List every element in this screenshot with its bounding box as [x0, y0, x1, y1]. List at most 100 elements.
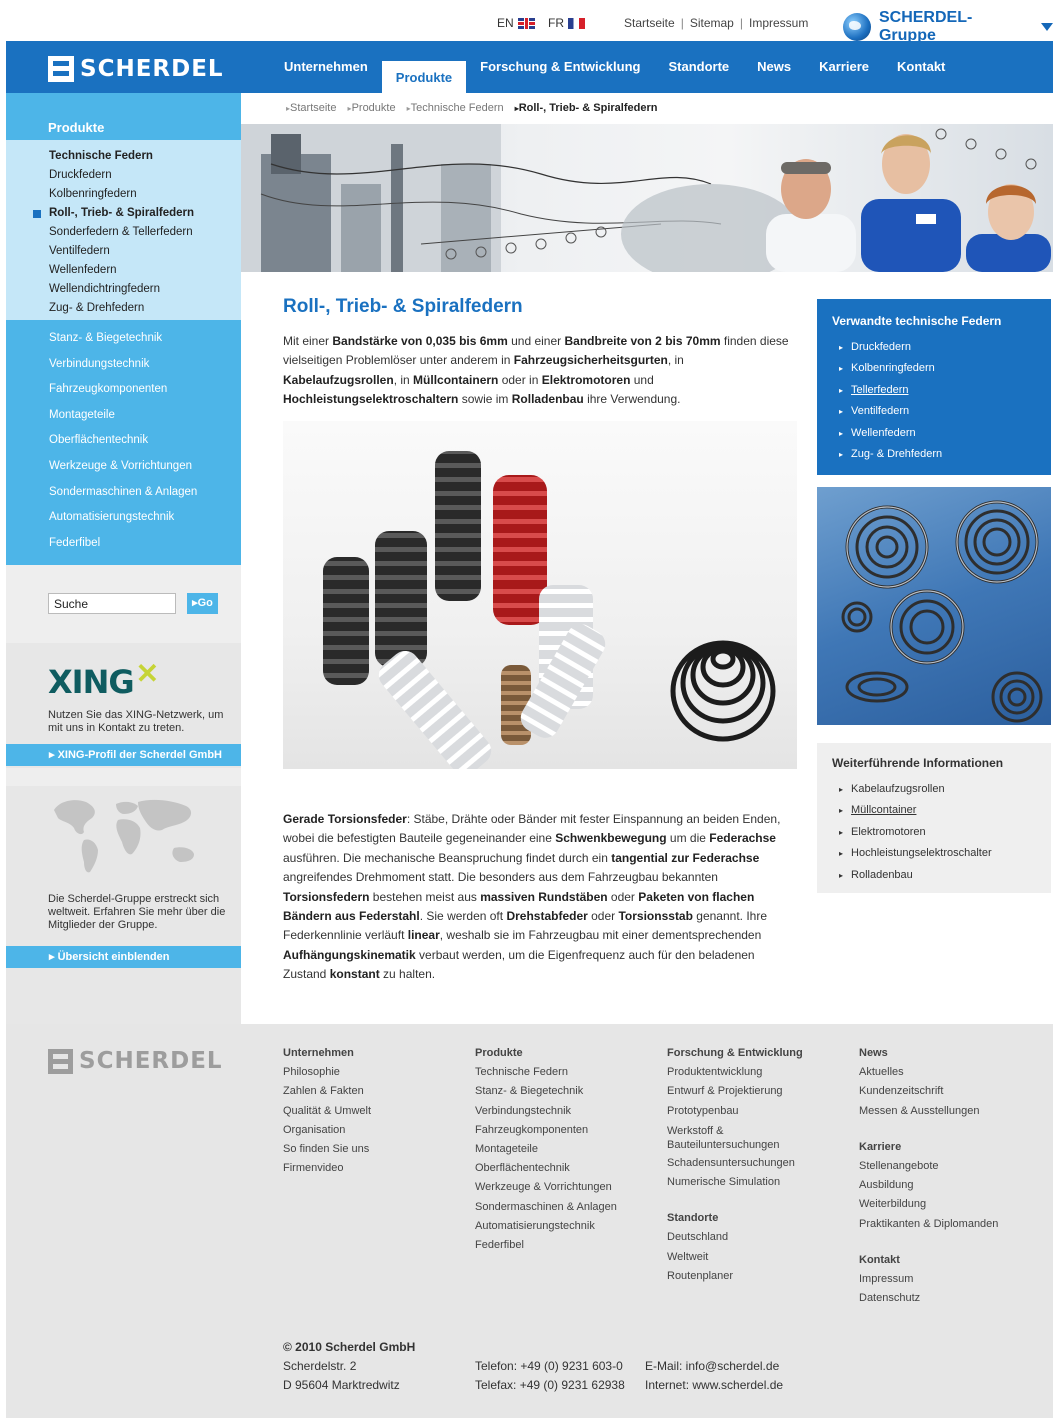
sidebar-item-wellenfedern[interactable]: Wellenfedern — [6, 261, 241, 280]
footer-link[interactable]: Routenplaner — [667, 1267, 803, 1286]
breadcrumb-technische-federn[interactable]: Technische Federn — [407, 102, 504, 114]
footer-link[interactable]: Kundenzeitschrift — [859, 1082, 998, 1101]
footer-link[interactable]: Firmenvideo — [283, 1159, 371, 1178]
search-input[interactable] — [48, 593, 176, 614]
footer-link[interactable]: Stanz- & Biegetechnik — [475, 1082, 617, 1101]
related-item-wellenfedern[interactable]: Wellenfedern — [839, 425, 942, 446]
overview-link[interactable]: ▸ Übersicht einblenden — [6, 946, 241, 968]
sidebar-item-ventilfedern[interactable]: Ventilfedern — [6, 242, 241, 261]
info-item-hochleistungselektroschalter[interactable]: Hochleistungselektroschalter — [839, 845, 992, 866]
related-item-ventilfedern[interactable]: Ventilfedern — [839, 403, 942, 424]
nav-karriere[interactable]: Karriere — [805, 41, 883, 93]
sidebar-item-kolbenringfedern[interactable]: Kolbenringfedern — [6, 185, 241, 204]
logo[interactable]: SCHERDEL — [48, 56, 224, 82]
sidebar-item-sondermaschinen[interactable]: Sondermaschinen & Anlagen — [6, 482, 241, 508]
footer-link[interactable]: Impressum — [859, 1270, 998, 1289]
sidebar-item-stanz-biegetechnik[interactable]: Stanz- & Biegetechnik — [6, 328, 241, 354]
sidebar-item-zug-drehfedern[interactable]: Zug- & Drehfedern — [6, 299, 241, 318]
related-item-zug-drehfedern[interactable]: Zug- & Drehfedern — [839, 446, 942, 467]
related-item-tellerfedern[interactable]: Tellerfedern — [839, 382, 942, 403]
sidebar-item-roll-trieb-spiralfedern[interactable]: Roll-, Trieb- & Spiralfedern — [6, 204, 241, 223]
group-dropdown[interactable]: SCHERDEL-Gruppe — [843, 9, 1053, 45]
sidebar-item-federfibel[interactable]: Federfibel — [6, 533, 241, 559]
footer-link[interactable]: Weltweit — [667, 1248, 803, 1267]
nav-produkte[interactable]: Produkte — [381, 61, 467, 93]
footer-link[interactable]: Deutschland — [667, 1228, 803, 1247]
footer-link[interactable]: Sondermaschinen & Anlagen — [475, 1198, 617, 1217]
footer-link[interactable]: Messen & Ausstellungen — [859, 1102, 998, 1121]
nav-standorte[interactable]: Standorte — [654, 41, 743, 93]
info-item-kabelaufzugsrollen[interactable]: Kabelaufzugsrollen — [839, 781, 992, 802]
footer-heading[interactable]: News — [859, 1044, 998, 1063]
footer-link[interactable]: Aktuelles — [859, 1063, 998, 1082]
breadcrumb-produkte[interactable]: Produkte — [348, 102, 396, 114]
footer-link[interactable]: Prototypenbau — [667, 1102, 803, 1121]
footer-heading[interactable]: Karriere — [859, 1138, 998, 1157]
footer-link[interactable]: Organisation — [283, 1121, 371, 1140]
xing-logo[interactable]: XING ✕ — [48, 658, 159, 701]
footer-link[interactable]: Werkstoff & Bauteiluntersuchungen — [667, 1121, 797, 1154]
xing-profile-link[interactable]: ▸ XING-Profil der Scherdel GmbH — [6, 744, 241, 766]
footer-link[interactable]: Philosophie — [283, 1063, 371, 1082]
footer-email[interactable]: E-Mail: info@scherdel.de — [645, 1357, 779, 1377]
related-item-druckfedern[interactable]: Druckfedern — [839, 339, 942, 360]
footer-link[interactable]: So finden Sie uns — [283, 1140, 371, 1159]
footer-heading[interactable]: Standorte — [667, 1209, 803, 1228]
related-item-kolbenringfedern[interactable]: Kolbenringfedern — [839, 360, 942, 381]
nav-kontakt[interactable]: Kontakt — [883, 41, 959, 93]
footer-link[interactable]: Technische Federn — [475, 1063, 617, 1082]
info-item-rolladenbau[interactable]: Rolladenbau — [839, 867, 992, 888]
footer-link[interactable]: Automatisierungstechnik — [475, 1217, 617, 1236]
breadcrumb-startseite[interactable]: Startseite — [286, 102, 336, 114]
footer-link[interactable]: Numerische Simulation — [667, 1173, 803, 1192]
footer-heading[interactable]: Forschung & Entwicklung — [667, 1044, 803, 1063]
related-item-label: Druckfedern — [851, 341, 911, 353]
sidebar-item-oberflaechentechnik[interactable]: Oberflächentechnik — [6, 430, 241, 456]
sidebar-item-fahrzeugkomponenten[interactable]: Fahrzeugkomponenten — [6, 379, 241, 405]
arrow-right-icon: ▸ — [49, 749, 58, 761]
footer-link[interactable]: Schadensuntersuchungen — [667, 1154, 803, 1173]
footer-link[interactable]: Ausbildung — [859, 1176, 998, 1195]
sidebar-item-automatisierungstechnik[interactable]: Automatisierungstechnik — [6, 507, 241, 533]
top-link-impressum[interactable]: Impressum — [749, 16, 808, 30]
footer-link[interactable]: Entwurf & Projektierung — [667, 1082, 803, 1101]
info-item-elektromotoren[interactable]: Elektromotoren — [839, 824, 992, 845]
lang-switch-fr[interactable]: FR — [548, 16, 585, 30]
sidebar-item-werkzeuge[interactable]: Werkzeuge & Vorrichtungen — [6, 456, 241, 482]
footer-link[interactable]: Fahrzeugkomponenten — [475, 1121, 617, 1140]
top-link-startseite[interactable]: Startseite — [624, 16, 675, 30]
footer-web[interactable]: Internet: www.scherdel.de — [645, 1376, 783, 1396]
footer-link[interactable]: Stellenangebote — [859, 1157, 998, 1176]
footer-link[interactable]: Datenschutz — [859, 1289, 998, 1308]
footer-heading[interactable]: Produkte — [475, 1044, 617, 1063]
footer-heading[interactable]: Unternehmen — [283, 1044, 371, 1063]
text-run: oder — [587, 909, 619, 924]
nav-forschung[interactable]: Forschung & Entwicklung — [466, 41, 654, 93]
footer-link[interactable]: Montageteile — [475, 1140, 617, 1159]
text-run: . Sie werden oft — [419, 909, 507, 924]
sidebar-item-verbindungstechnik[interactable]: Verbindungstechnik — [6, 354, 241, 380]
sidebar-item-montageteile[interactable]: Montageteile — [6, 405, 241, 431]
top-link-sitemap[interactable]: Sitemap — [690, 16, 734, 30]
sidebar-item-druckfedern[interactable]: Druckfedern — [6, 166, 241, 185]
footer-link[interactable]: Oberflächentechnik — [475, 1159, 617, 1178]
footer-logo[interactable]: SCHERDEL — [48, 1048, 223, 1074]
footer-link[interactable]: Qualität & Umwelt — [283, 1102, 371, 1121]
search-go-button[interactable]: ▸Go — [187, 593, 218, 614]
footer-link[interactable]: Weiterbildung — [859, 1195, 998, 1214]
footer-link[interactable]: Verbindungstechnik — [475, 1102, 617, 1121]
footer-link[interactable]: Federfibel — [475, 1236, 617, 1255]
lang-switch-en[interactable]: EN — [497, 16, 535, 30]
sidebar-item-technische-federn[interactable]: Technische Federn — [6, 147, 241, 166]
footer-link[interactable]: Produktentwicklung — [667, 1063, 803, 1082]
footer-link[interactable]: Praktikanten & Diplomanden — [859, 1215, 998, 1234]
emphasis-text: Torsionsfedern — [283, 889, 370, 904]
footer-link[interactable]: Werkzeuge & Vorrichtungen — [475, 1178, 617, 1197]
nav-unternehmen[interactable]: Unternehmen — [270, 41, 382, 93]
footer-heading[interactable]: Kontakt — [859, 1251, 998, 1270]
nav-news[interactable]: News — [743, 41, 805, 93]
sidebar-item-wellendichtringfedern[interactable]: Wellendichtringfedern — [6, 280, 241, 299]
info-item-muellcontainer[interactable]: Müllcontainer — [839, 802, 992, 823]
footer-link[interactable]: Zahlen & Fakten — [283, 1082, 371, 1101]
sidebar-item-sonderfedern[interactable]: Sonderfedern & Tellerfedern — [6, 223, 241, 242]
